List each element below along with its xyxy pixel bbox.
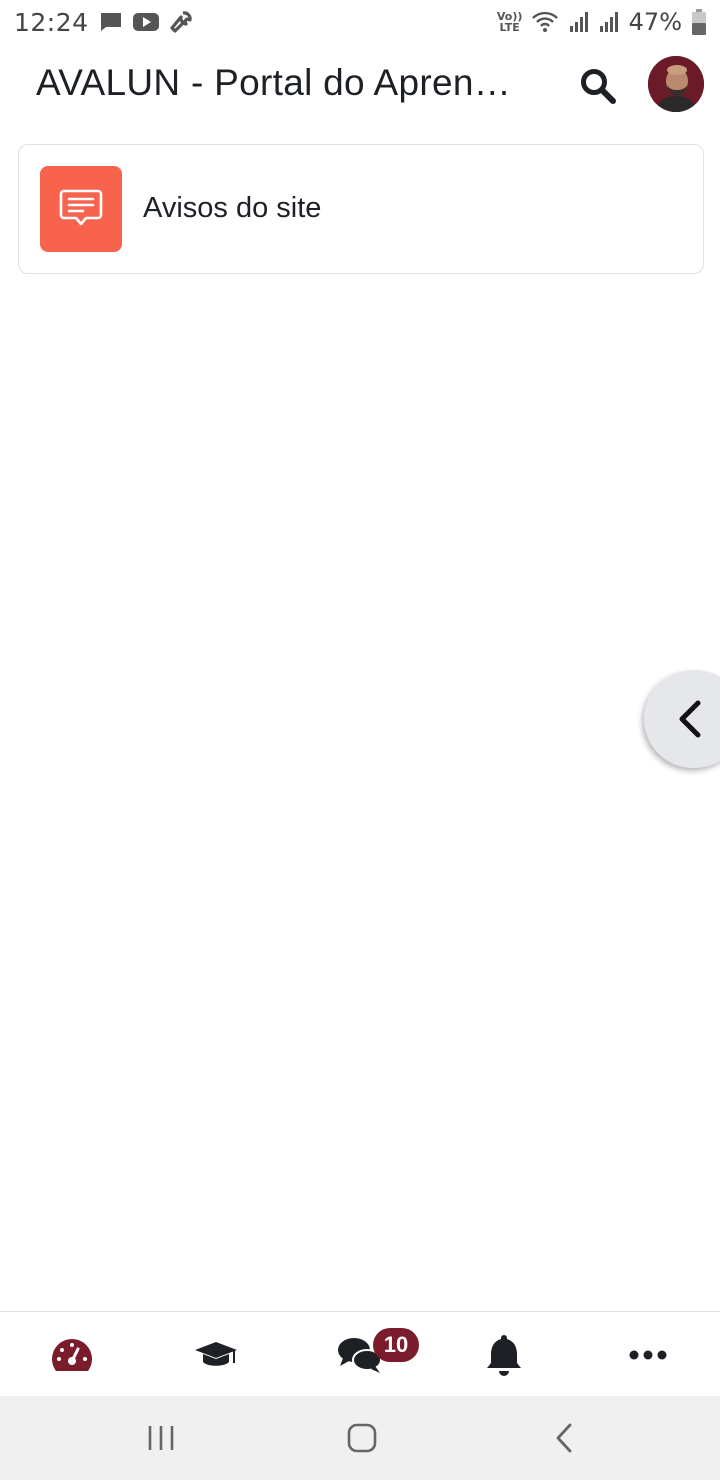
- back-button[interactable]: [534, 1418, 594, 1458]
- battery-percent: 47%: [628, 8, 682, 36]
- home-button[interactable]: [332, 1418, 392, 1458]
- card-icon-container: [40, 166, 122, 252]
- wifi-icon: [531, 10, 559, 34]
- bell-icon: [487, 1334, 521, 1376]
- status-time: 12:24: [14, 7, 89, 37]
- status-left: 12:24: [14, 8, 193, 37]
- page-title: AVALUN - Portal do Aprendizagem: [36, 62, 522, 103]
- tab-more[interactable]: [576, 1312, 720, 1397]
- site-announcements-card[interactable]: Avisos do site: [18, 144, 704, 274]
- more-dots-icon: [629, 1350, 667, 1359]
- tab-dashboard[interactable]: [0, 1312, 144, 1397]
- system-nav-bar: [0, 1396, 720, 1480]
- status-right: Vo)) LTE 47%: [496, 8, 706, 36]
- drawer-toggle-button[interactable]: [644, 670, 720, 768]
- home-icon: [347, 1423, 377, 1453]
- dashboard-gauge-icon: [52, 1338, 92, 1371]
- status-bar: 12:24 Vo)) LTE 47%: [0, 0, 720, 44]
- messages-badge: 10: [373, 1328, 419, 1362]
- forum-message-icon: [59, 189, 103, 226]
- search-button[interactable]: [574, 62, 622, 110]
- wrench-icon: [169, 10, 193, 34]
- search-icon: [581, 69, 616, 104]
- message-icon: [99, 10, 123, 34]
- bottom-tab-bar: 10: [0, 1311, 720, 1396]
- app-bar: AVALUN - Portal do Aprendizagem: [0, 44, 720, 128]
- card-label: Avisos do site: [143, 192, 322, 224]
- graduation-cap-icon: [195, 1341, 237, 1366]
- tab-courses[interactable]: [144, 1312, 288, 1397]
- youtube-icon: [132, 12, 159, 32]
- recents-icon: [148, 1426, 174, 1450]
- chevron-left-icon: [679, 700, 701, 738]
- recents-button[interactable]: [131, 1418, 191, 1458]
- tab-notifications[interactable]: [432, 1312, 576, 1397]
- signal-icon: [569, 10, 589, 34]
- back-icon: [556, 1423, 572, 1453]
- volte-icon: Vo)) LTE: [496, 10, 523, 34]
- battery-icon: [692, 9, 706, 35]
- avatar[interactable]: [648, 56, 704, 112]
- user-avatar-icon: [648, 56, 704, 112]
- signal-icon: [599, 10, 619, 34]
